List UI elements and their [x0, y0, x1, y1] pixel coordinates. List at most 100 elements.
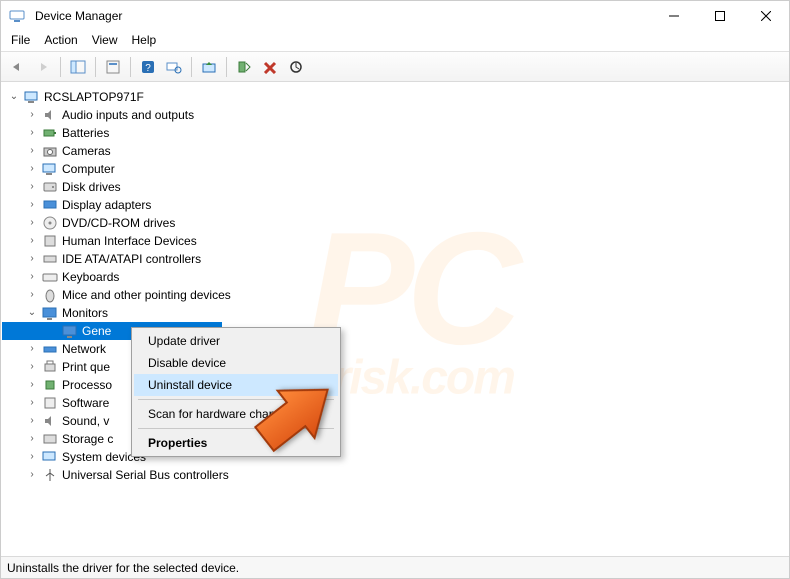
expand-icon[interactable]: ›	[26, 415, 38, 427]
tree-item-keyboards[interactable]: › Keyboards	[2, 268, 788, 286]
expand-icon[interactable]: ›	[26, 343, 38, 355]
expand-icon[interactable]: ›	[26, 199, 38, 211]
tree-label: Universal Serial Bus controllers	[62, 466, 229, 484]
tree-label: Disk drives	[62, 178, 121, 196]
system-icon	[42, 449, 58, 465]
help-button[interactable]: ?	[136, 55, 160, 79]
expand-icon[interactable]: ›	[26, 217, 38, 229]
minimize-button[interactable]	[651, 1, 697, 31]
tree-label: Cameras	[62, 142, 111, 160]
close-button[interactable]	[743, 1, 789, 31]
ide-icon	[42, 251, 58, 267]
expand-icon[interactable]: ›	[26, 271, 38, 283]
tree-item-system[interactable]: › System devices	[2, 448, 788, 466]
forward-button[interactable]	[31, 55, 55, 79]
expand-icon[interactable]: ›	[26, 235, 38, 247]
expand-icon[interactable]: ›	[26, 181, 38, 193]
window-controls	[651, 1, 789, 31]
computer-icon	[24, 89, 40, 105]
tree-item-batteries[interactable]: › Batteries	[2, 124, 788, 142]
back-button[interactable]	[5, 55, 29, 79]
dvd-icon	[42, 215, 58, 231]
tree-item-storage[interactable]: › Storage c	[2, 430, 788, 448]
show-hide-tree-button[interactable]	[66, 55, 90, 79]
expand-icon[interactable]: ⌄	[8, 91, 20, 103]
tree-label: Gene	[82, 322, 111, 340]
tree-item-cameras[interactable]: › Cameras	[2, 142, 788, 160]
toolbar: ?	[1, 52, 789, 82]
expand-icon[interactable]: ›	[26, 127, 38, 139]
disk-icon	[42, 179, 58, 195]
printer-icon	[42, 359, 58, 375]
toolbar-separator	[191, 57, 192, 77]
tree-label: DVD/CD-ROM drives	[62, 214, 175, 232]
display-adapter-icon	[42, 197, 58, 213]
tree-item-dvd[interactable]: › DVD/CD-ROM drives	[2, 214, 788, 232]
device-tree[interactable]: ⌄ RCSLAPTOP971F › Audio inputs and outpu…	[2, 84, 788, 552]
hid-icon	[42, 233, 58, 249]
network-icon	[42, 341, 58, 357]
expand-icon[interactable]: ⌄	[26, 307, 38, 319]
tree-item-print-queues[interactable]: › Print que	[2, 358, 788, 376]
tree-label: Human Interface Devices	[62, 232, 197, 250]
expand-icon[interactable]: ›	[26, 253, 38, 265]
expand-icon[interactable]: ›	[26, 433, 38, 445]
expand-icon[interactable]: ›	[26, 145, 38, 157]
processor-icon	[42, 377, 58, 393]
toolbar-separator	[60, 57, 61, 77]
expand-icon[interactable]: ›	[26, 163, 38, 175]
usb-icon	[42, 467, 58, 483]
tree-item-mice[interactable]: › Mice and other pointing devices	[2, 286, 788, 304]
expand-icon[interactable]: ›	[26, 289, 38, 301]
tree-item-disk[interactable]: › Disk drives	[2, 178, 788, 196]
tree-item-monitors[interactable]: ⌄ Monitors	[2, 304, 788, 322]
status-text: Uninstalls the driver for the selected d…	[7, 561, 239, 575]
update-driver-button[interactable]	[197, 55, 221, 79]
menu-action[interactable]: Action	[44, 33, 77, 47]
disable-device-button[interactable]	[284, 55, 308, 79]
mouse-icon	[42, 287, 58, 303]
svg-text:?: ?	[145, 63, 151, 74]
toolbar-separator	[130, 57, 131, 77]
uninstall-device-button[interactable]	[258, 55, 282, 79]
tree-item-sound[interactable]: › Sound, v	[2, 412, 788, 430]
audio-icon	[42, 107, 58, 123]
tree-item-ide[interactable]: › IDE ATA/ATAPI controllers	[2, 250, 788, 268]
properties-button[interactable]	[101, 55, 125, 79]
tree-item-processors[interactable]: › Processo	[2, 376, 788, 394]
tree-label: Display adapters	[62, 196, 151, 214]
tree-item-usb[interactable]: › Universal Serial Bus controllers	[2, 466, 788, 484]
maximize-button[interactable]	[697, 1, 743, 31]
expand-icon[interactable]: ›	[26, 109, 38, 121]
tree-label: Computer	[62, 160, 115, 178]
expand-icon[interactable]: ›	[26, 469, 38, 481]
scan-hardware-button[interactable]	[162, 55, 186, 79]
tree-item-software[interactable]: › Software	[2, 394, 788, 412]
tree-item-network[interactable]: › Network	[2, 340, 788, 358]
tree-item-computer[interactable]: › Computer	[2, 160, 788, 178]
tree-root[interactable]: ⌄ RCSLAPTOP971F	[2, 88, 788, 106]
tree-label: Network	[62, 340, 106, 358]
tree-item-audio[interactable]: › Audio inputs and outputs	[2, 106, 788, 124]
computer-icon	[42, 161, 58, 177]
expand-icon[interactable]: ›	[26, 379, 38, 391]
monitor-icon	[62, 323, 78, 339]
menu-view[interactable]: View	[92, 33, 118, 47]
tree-label: Mice and other pointing devices	[62, 286, 231, 304]
menu-file[interactable]: File	[11, 33, 30, 47]
tree-item-display[interactable]: › Display adapters	[2, 196, 788, 214]
expand-icon[interactable]: ›	[26, 361, 38, 373]
tree-label: Processo	[62, 376, 112, 394]
tree-label: Print que	[62, 358, 110, 376]
menu-help[interactable]: Help	[132, 33, 157, 47]
expand-icon[interactable]: ›	[26, 397, 38, 409]
tree-item-hid[interactable]: › Human Interface Devices	[2, 232, 788, 250]
tree-label: Sound, v	[62, 412, 109, 430]
software-icon	[42, 395, 58, 411]
expand-icon[interactable]: ›	[26, 451, 38, 463]
tree-label: Batteries	[62, 124, 109, 142]
tree-label: Software	[62, 394, 109, 412]
app-icon	[9, 8, 25, 24]
enable-device-button[interactable]	[232, 55, 256, 79]
menu-update-driver[interactable]: Update driver	[134, 330, 338, 352]
